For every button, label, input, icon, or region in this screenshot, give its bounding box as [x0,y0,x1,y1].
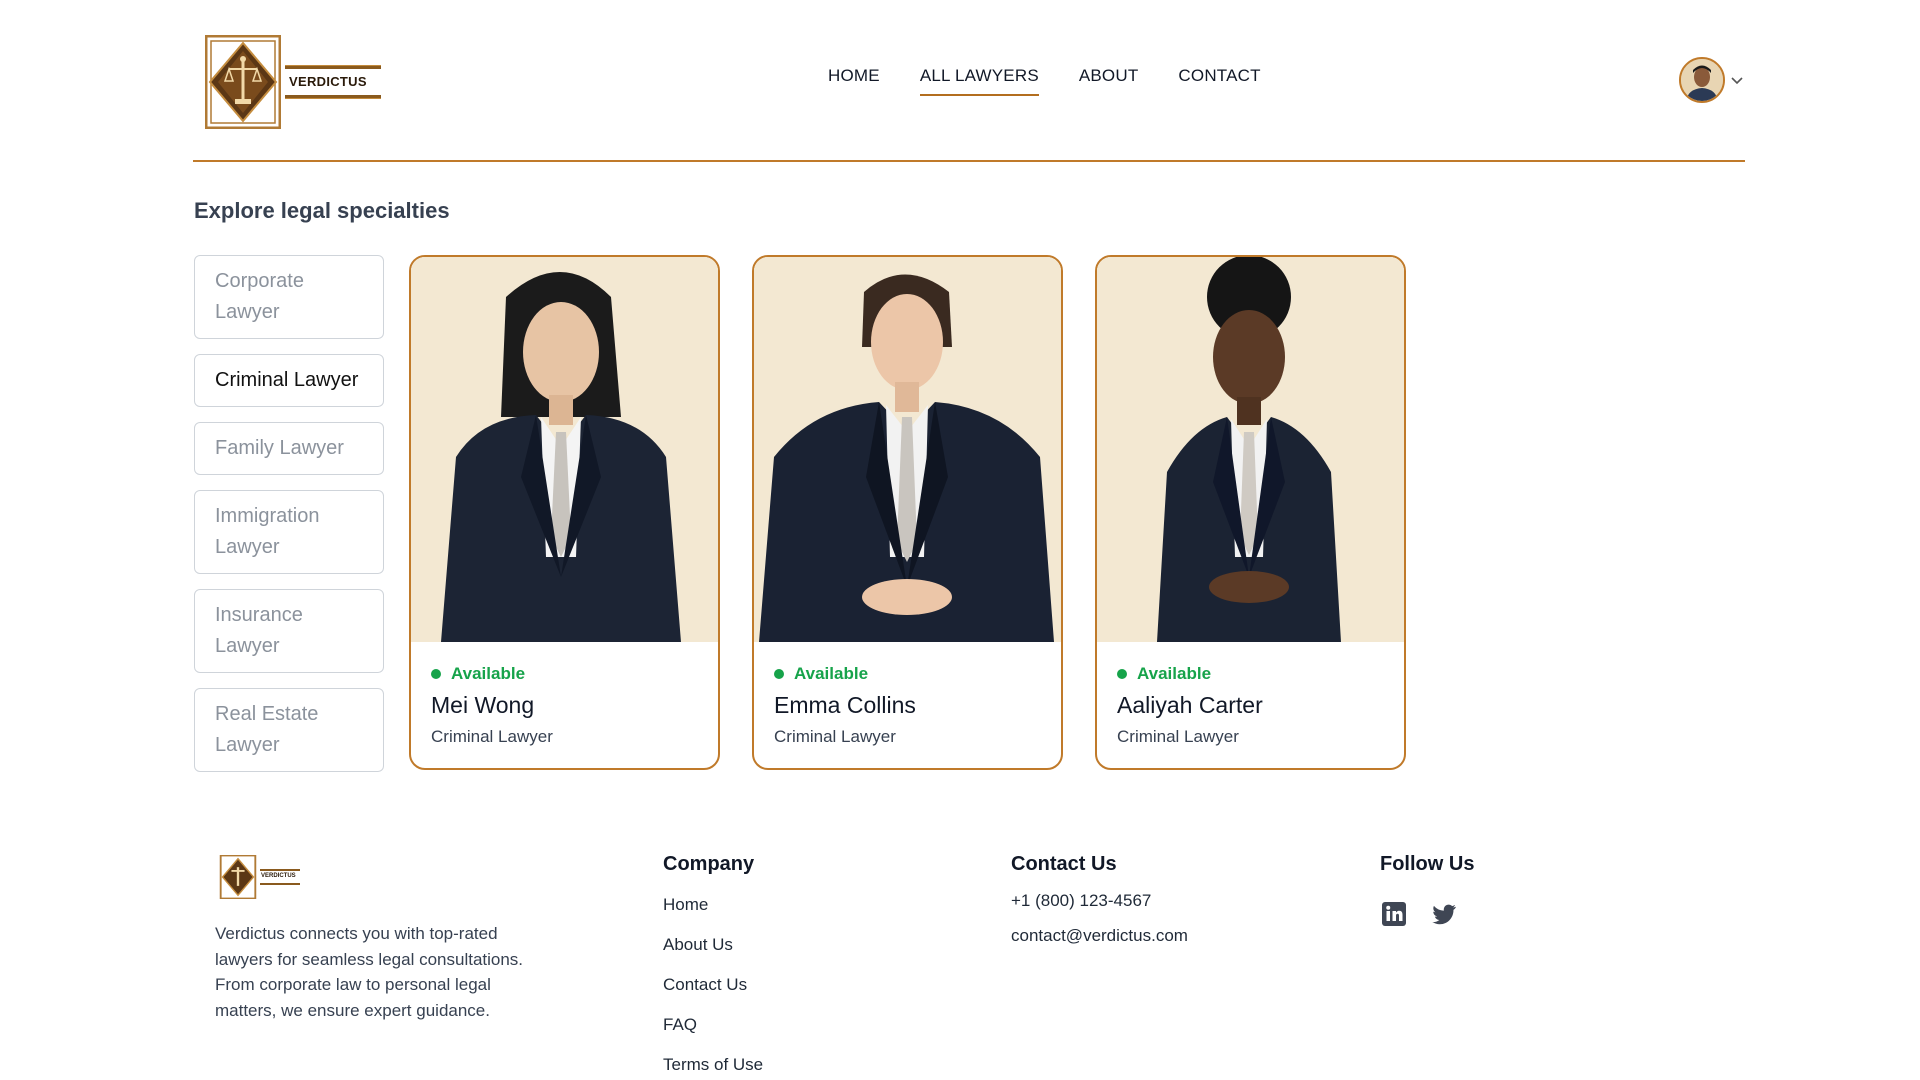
footer-follow-title: Follow Us [1380,853,1475,875]
specialty-criminal-lawyer[interactable]: Criminal Lawyer [194,354,384,407]
scales-of-justice-icon [205,34,281,129]
nav-home[interactable]: HOME [828,66,880,96]
footer-link-contact-us[interactable]: Contact Us [663,974,763,996]
footer-phone[interactable]: +1 (800) 123-4567 [1011,890,1188,912]
footer-company-title: Company [663,853,755,875]
availability-status: Available [1117,664,1384,684]
nav-contact[interactable]: CONTACT [1178,66,1260,96]
lawyer-card[interactable]: Available Mei Wong Criminal Lawyer [409,255,720,770]
status-label: Available [1137,664,1212,683]
lawyer-name: Mei Wong [431,692,535,718]
specialty-immigration-lawyer[interactable]: Immigration Lawyer [194,490,384,574]
user-avatar-image [1681,59,1723,101]
status-dot-icon [431,669,441,679]
specialty-corporate-lawyer[interactable]: Corporate Lawyer [194,255,384,339]
social-links [1380,900,1474,928]
footer-description: Verdictus connects you with top-rated la… [215,924,524,1020]
lawyer-card[interactable]: Available Emma Collins Criminal Lawyer [752,255,1063,770]
lawyer-specialty: Criminal Lawyer [1117,727,1239,746]
footer-brand-logo[interactable]: VERDICTUS [218,855,302,899]
availability-status: Available [431,664,698,684]
footer-link-faq[interactable]: FAQ [663,1014,763,1036]
lawyer-photo [1097,257,1404,642]
linkedin-icon[interactable] [1380,900,1408,928]
brand-wordmark: VERDICTUS [285,61,381,103]
lawyer-cards: Available Mei Wong Criminal Lawyer Avail… [409,255,1406,770]
lawyer-specialty: Criminal Lawyer [774,727,896,746]
specialty-filter-list: Corporate Lawyer Criminal Lawyer Family … [194,255,384,787]
footer-link-terms-of-use[interactable]: Terms of Use [663,1054,763,1076]
card-body: Available Mei Wong Criminal Lawyer [411,642,718,747]
nav-all-lawyers[interactable]: ALL LAWYERS [919,66,1039,96]
wordmark-rule-bottom [285,94,381,99]
specialty-insurance-lawyer[interactable]: Insurance Lawyer [194,589,384,673]
status-dot-icon [1117,669,1127,679]
main-nav: HOME ALL LAWYERS ABOUT CONTACT [828,66,1261,96]
chevron-down-icon[interactable] [1729,72,1745,88]
footer-contact-title: Contact Us [1011,853,1117,875]
wordmark-rule-top [260,869,300,871]
availability-status: Available [774,664,1041,684]
card-body: Available Emma Collins Criminal Lawyer [754,642,1061,747]
lawyer-specialty: Criminal Lawyer [431,727,553,746]
footer-wordmark: VERDICTUS [260,868,300,886]
footer-company-column: Company Home About Us Contact Us FAQ Ter… [663,853,763,1076]
brand-name: VERDICTUS [289,73,367,89]
scales-of-justice-icon [219,855,257,899]
footer-brand-name: VERDICTUS [261,873,296,879]
section-title: Explore legal specialties [194,198,450,223]
footer-follow-column: Follow Us [1380,853,1474,928]
status-label: Available [451,664,526,683]
status-dot-icon [774,669,784,679]
site-header: VERDICTUS HOME ALL LAWYERS ABOUT CONTACT [193,30,1745,162]
specialty-real-estate-lawyer[interactable]: Real Estate Lawyer [194,688,384,772]
lawyer-photo [754,257,1061,642]
header-divider [193,160,1745,162]
footer-contact-column: Contact Us +1 (800) 123-4567 contact@ver… [1011,853,1188,960]
profile-menu[interactable] [1679,57,1745,103]
twitter-icon[interactable] [1430,900,1458,928]
footer-link-home[interactable]: Home [663,894,763,916]
lawyer-name: Aaliyah Carter [1117,692,1263,718]
lawyer-photo [411,257,718,642]
lawyer-card[interactable]: Available Aaliyah Carter Criminal Lawyer [1095,255,1406,770]
footer-link-about-us[interactable]: About Us [663,934,763,956]
avatar[interactable] [1679,57,1725,103]
status-label: Available [794,664,869,683]
lawyer-name: Emma Collins [774,692,916,718]
specialty-family-lawyer[interactable]: Family Lawyer [194,422,384,475]
card-body: Available Aaliyah Carter Criminal Lawyer [1097,642,1404,747]
wordmark-rule-top [285,64,381,69]
brand-logo[interactable]: VERDICTUS [205,33,385,130]
wordmark-rule-bottom [260,883,300,885]
nav-about[interactable]: ABOUT [1079,66,1139,96]
footer-email[interactable]: contact@verdictus.com [1011,925,1188,947]
